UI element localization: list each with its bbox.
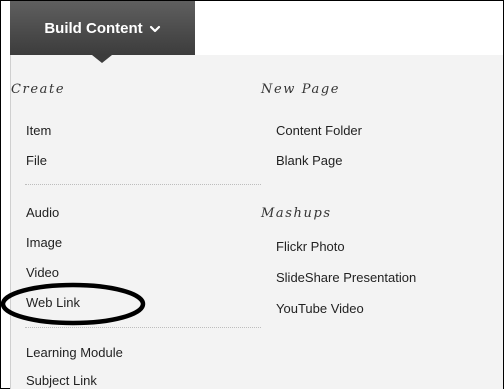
menu-item-slideshare-presentation[interactable]: SlideShare Presentation	[276, 270, 416, 285]
menu-item-content-folder[interactable]: Content Folder	[276, 123, 362, 138]
menu-item-image[interactable]: Image	[26, 235, 62, 250]
menu-item-audio[interactable]: Audio	[26, 205, 59, 220]
menu-item-flickr-photo[interactable]: Flickr Photo	[276, 239, 345, 254]
menu-pointer	[92, 55, 112, 63]
separator	[25, 184, 261, 185]
mashups-heading: Mashups	[261, 206, 332, 221]
create-heading: Create	[11, 82, 66, 97]
menu-item-video[interactable]: Video	[26, 265, 59, 280]
menu-item-web-link[interactable]: Web Link	[26, 295, 80, 310]
chevron-down-icon	[149, 23, 161, 35]
menu-item-subject-link[interactable]: Subject Link	[26, 373, 97, 388]
menu-item-item[interactable]: Item	[26, 123, 51, 138]
build-content-menu: Create Item File Audio Image Video Web L…	[10, 55, 503, 389]
menu-item-youtube-video[interactable]: YouTube Video	[276, 301, 364, 316]
menu-item-learning-module[interactable]: Learning Module	[26, 345, 123, 360]
new-page-heading: New Page	[261, 82, 341, 97]
build-content-button[interactable]: Build Content	[10, 1, 195, 55]
menu-item-blank-page[interactable]: Blank Page	[276, 153, 343, 168]
menu-item-file[interactable]: File	[26, 153, 47, 168]
separator	[25, 327, 261, 328]
build-content-label: Build Content	[44, 19, 143, 37]
